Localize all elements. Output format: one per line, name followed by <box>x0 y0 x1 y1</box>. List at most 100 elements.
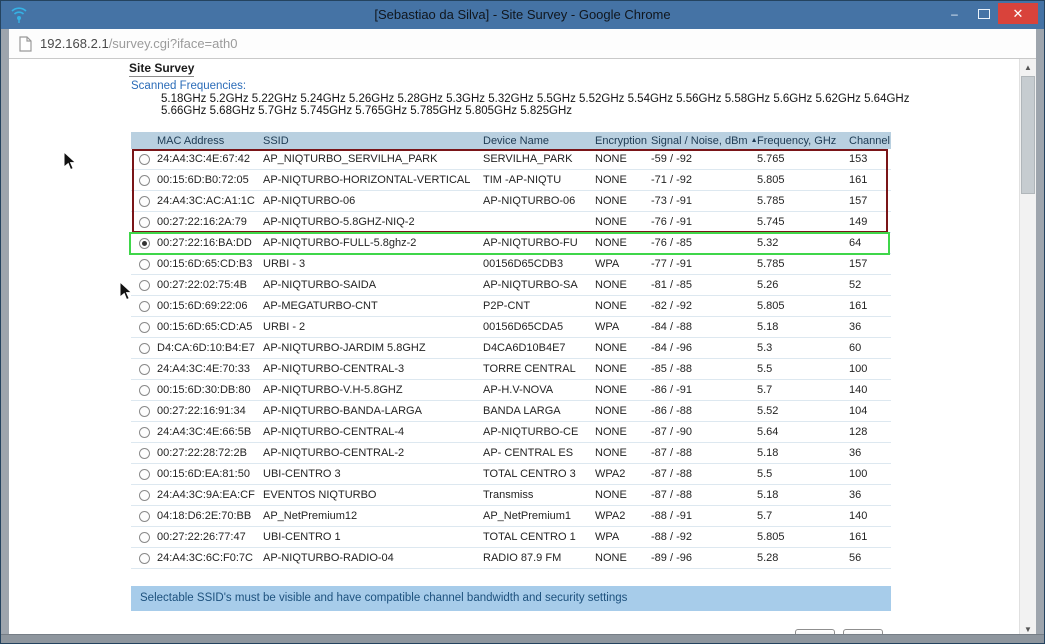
row-radio-button[interactable] <box>138 216 150 228</box>
row-radio-button[interactable] <box>138 321 150 333</box>
cell-device-name: AP-NIQTURBO-CE <box>483 426 579 438</box>
table-row: 24:A4:3C:4E:67:42 AP_NIQTURBO_SERVILHA_P… <box>131 149 891 170</box>
cell-ssid: URBI - 3 <box>263 258 306 270</box>
cell-signal-noise: -88 / -91 <box>651 510 692 522</box>
cell-signal-noise: -85 / -88 <box>651 363 692 375</box>
cell-ssid: AP_NIQTURBO_SERVILHA_PARK <box>263 153 438 165</box>
cell-ssid: AP-NIQTURBO-RADIO-04 <box>263 552 394 564</box>
cell-signal-noise: -77 / -91 <box>651 258 692 270</box>
cell-channel: 100 <box>849 363 868 375</box>
row-radio-button[interactable] <box>138 531 150 543</box>
row-radio-button[interactable] <box>138 426 150 438</box>
cell-frequency: 5.28 <box>757 552 779 564</box>
row-radio-button[interactable] <box>138 300 150 312</box>
cell-ssid: AP-NIQTURBO-CENTRAL-3 <box>263 363 405 375</box>
cell-mac: 00:27:22:26:77:47 <box>157 531 246 543</box>
minimize-button[interactable]: – <box>940 3 969 24</box>
cell-device-name: AP_NetPremium1 <box>483 510 572 522</box>
row-radio-button[interactable] <box>138 405 150 417</box>
row-radio-button[interactable] <box>138 489 150 501</box>
table-row: 00:27:22:16:91:34 AP-NIQTURBO-BANDA-LARG… <box>131 401 891 422</box>
maximize-button[interactable] <box>969 3 998 24</box>
row-radio-button[interactable] <box>138 363 150 375</box>
cell-signal-noise: -86 / -91 <box>651 384 692 396</box>
column-header-1[interactable]: SSID <box>263 135 483 147</box>
cell-mac: 24:A4:3C:4E:66:5B <box>157 426 252 438</box>
vertical-scrollbar[interactable]: ▲ ▼ <box>1019 59 1036 637</box>
cell-signal-noise: -84 / -88 <box>651 321 692 333</box>
cell-device-name: TOTAL CENTRO 3 <box>483 468 576 480</box>
column-header-0[interactable]: MAC Address <box>157 135 263 147</box>
cell-mac: 00:27:22:16:2A:79 <box>157 216 247 228</box>
cell-frequency: 5.5 <box>757 363 773 375</box>
cell-mac: 24:A4:3C:4E:70:33 <box>157 363 250 375</box>
row-radio-button[interactable] <box>138 447 150 459</box>
cell-frequency: 5.64 <box>757 426 779 438</box>
cell-channel: 36 <box>849 447 862 459</box>
row-radio-button[interactable] <box>138 342 150 354</box>
cell-channel: 60 <box>849 342 862 354</box>
row-radio-button[interactable] <box>138 510 150 522</box>
cell-device-name: TIM -AP-NIQTU <box>483 174 562 186</box>
cell-frequency: 5.52 <box>757 405 779 417</box>
scroll-up-icon[interactable]: ▲ <box>1020 59 1036 75</box>
row-radio-button[interactable] <box>138 468 150 480</box>
cell-signal-noise: -71 / -92 <box>651 174 692 186</box>
column-header-5[interactable]: Frequency, GHz <box>757 135 849 147</box>
row-radio-button[interactable] <box>138 552 150 564</box>
close-button[interactable]: ✕ <box>998 3 1038 24</box>
cell-encryption: NONE <box>595 300 627 312</box>
row-radio-button[interactable] <box>138 174 150 186</box>
cell-encryption: NONE <box>595 447 627 459</box>
cell-mac: 00:27:22:16:BA:DD <box>157 237 252 249</box>
cell-encryption: NONE <box>595 216 627 228</box>
cell-signal-noise: -84 / -96 <box>651 342 692 354</box>
column-header-4[interactable]: Signal / Noise, dBm ▲ <box>651 135 757 147</box>
cell-frequency: 5.7 <box>757 510 773 522</box>
cell-frequency: 5.785 <box>757 195 785 207</box>
cell-ssid: AP-NIQTURBO-BANDA-LARGA <box>263 405 422 417</box>
cell-ssid: AP-NIQTURBO-SAIDA <box>263 279 377 291</box>
window-frame-left <box>1 59 9 643</box>
cell-frequency: 5.26 <box>757 279 779 291</box>
table-row: 24:A4:3C:4E:66:5B AP-NIQTURBO-CENTRAL-4 … <box>131 422 891 443</box>
cell-signal-noise: -76 / -91 <box>651 216 692 228</box>
cell-mac: 04:18:D6:2E:70:BB <box>157 510 252 522</box>
cell-frequency: 5.32 <box>757 237 779 249</box>
url-text[interactable]: 192.168.2.1/survey.cgi?iface=ath0 <box>40 36 237 51</box>
cell-mac: 24:A4:3C:4E:67:42 <box>157 153 250 165</box>
table-row: 00:15:6D:65:CD:A5 URBI - 2 00156D65CDA5 … <box>131 317 891 338</box>
cell-signal-noise: -76 / -85 <box>651 237 692 249</box>
table-row: 00:27:22:26:77:47 UBI-CENTRO 1 TOTAL CEN… <box>131 527 891 548</box>
cell-channel: 104 <box>849 405 868 417</box>
cell-encryption: NONE <box>595 174 627 186</box>
row-radio-button[interactable] <box>138 153 150 165</box>
column-header-2[interactable]: Device Name <box>483 135 595 147</box>
scrollbar-thumb[interactable] <box>1021 76 1035 194</box>
window-frame-right <box>1036 59 1044 643</box>
cell-channel: 157 <box>849 258 868 270</box>
cell-encryption: NONE <box>595 363 627 375</box>
cell-signal-noise: -81 / -85 <box>651 279 692 291</box>
row-radio-button[interactable] <box>138 237 150 249</box>
cell-channel: 153 <box>849 153 868 165</box>
row-radio-button[interactable] <box>138 195 150 207</box>
address-bar[interactable]: 192.168.2.1/survey.cgi?iface=ath0 <box>9 29 1036 59</box>
column-header-3[interactable]: Encryption <box>595 135 651 147</box>
page-content: Site Survey Scanned Frequencies: 5.18GHz… <box>9 59 1021 637</box>
cell-encryption: WPA <box>595 321 620 333</box>
cell-encryption: NONE <box>595 405 627 417</box>
table-row: 24:A4:3C:9A:EA:CF EVENTOS NIQTURBO Trans… <box>131 485 891 506</box>
cell-channel: 149 <box>849 216 868 228</box>
cell-encryption: WPA2 <box>595 468 626 480</box>
row-radio-button[interactable] <box>138 279 150 291</box>
cell-channel: 64 <box>849 237 862 249</box>
cell-frequency: 5.805 <box>757 174 785 186</box>
row-radio-button[interactable] <box>138 384 150 396</box>
column-header-6[interactable]: Channel <box>849 135 891 147</box>
row-radio-button[interactable] <box>138 258 150 270</box>
cell-ssid: AP-NIQTURBO-HORIZONTAL-VERTICAL <box>263 174 471 186</box>
cell-channel: 140 <box>849 510 868 522</box>
cell-signal-noise: -87 / -88 <box>651 468 692 480</box>
cell-frequency: 5.765 <box>757 153 785 165</box>
